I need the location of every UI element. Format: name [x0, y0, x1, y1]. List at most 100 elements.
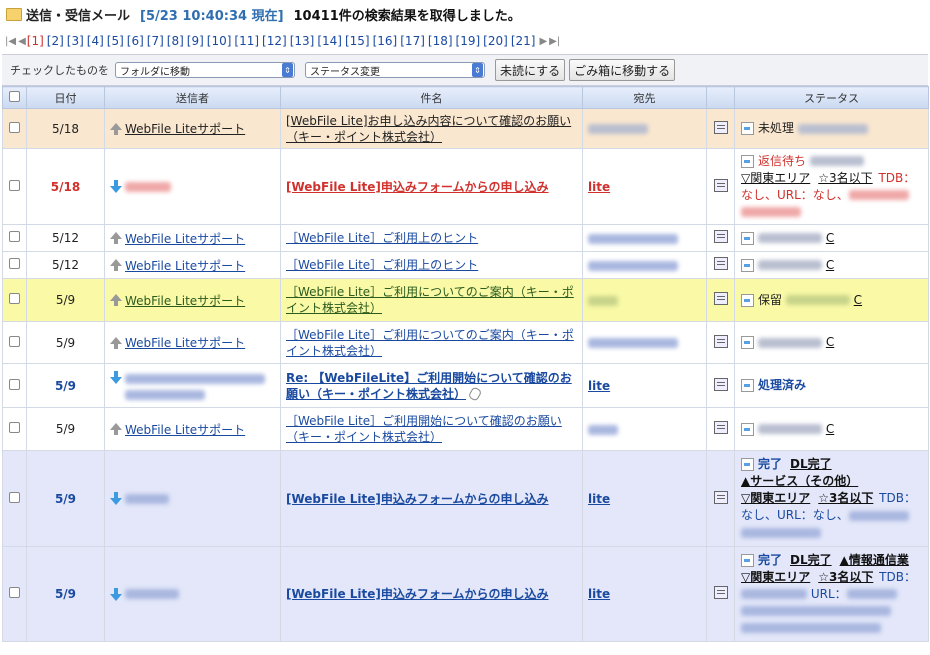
select-all-checkbox[interactable]: [9, 90, 20, 102]
row-checkbox[interactable]: [9, 179, 20, 191]
status-edit-icon[interactable]: [741, 458, 754, 471]
subject-link[interactable]: ［WebFile Lite］ご利用上のヒント: [286, 231, 478, 245]
select-all-header[interactable]: [2, 86, 27, 109]
row-checkbox[interactable]: [9, 422, 20, 433]
table-row[interactable]: 5/9 [WebFile Lite]申込みフォームからの申し込み lite 完了…: [2, 546, 929, 642]
sender-link[interactable]: WebFile Liteサポート: [125, 120, 245, 137]
page-link[interactable]: [3]: [67, 34, 84, 48]
recipient-link[interactable]: lite: [588, 379, 610, 393]
status-edit-icon[interactable]: [741, 553, 754, 567]
sender-link[interactable]: WebFile Liteサポート: [125, 292, 245, 309]
area-tag[interactable]: ▽関東エリア: [741, 491, 810, 505]
subject-link[interactable]: ［WebFile Lite］ご利用についてのご案内（キー・ポイント株式会社）: [286, 285, 574, 315]
table-row[interactable]: 5/9 Re: 【WebFileLite】ご利用開始について確認のお願い（キー・…: [2, 363, 929, 408]
column-header-to[interactable]: 宛先: [582, 86, 707, 109]
status-edit-icon[interactable]: [741, 336, 754, 349]
memo-icon[interactable]: [713, 120, 728, 134]
row-checkbox[interactable]: [9, 121, 20, 133]
page-link[interactable]: [4]: [87, 34, 104, 48]
page-link[interactable]: [18]: [428, 34, 453, 48]
recipient-link[interactable]: lite: [588, 180, 610, 194]
column-header-date[interactable]: 日付: [26, 86, 105, 109]
page-link[interactable]: [21]: [511, 34, 536, 48]
sender-redacted[interactable]: [125, 181, 171, 192]
page-link[interactable]: [19]: [456, 34, 481, 48]
table-row[interactable]: 5/9 WebFile Liteサポート ［WebFile Lite］ご利用につ…: [2, 278, 929, 322]
prev-page-icon[interactable]: ◀: [18, 36, 26, 47]
subject-link[interactable]: [WebFile Lite]申込みフォームからの申し込み: [286, 180, 549, 194]
memo-icon[interactable]: [713, 292, 728, 305]
status-code[interactable]: C: [826, 422, 834, 436]
column-header-sender[interactable]: 送信者: [104, 86, 281, 109]
first-page-icon[interactable]: |◀: [5, 36, 16, 47]
column-header-subject[interactable]: 件名: [280, 86, 583, 109]
area-tag[interactable]: ▽関東エリア: [741, 171, 810, 185]
subject-link[interactable]: [WebFile Lite]申込みフォームからの申し込み: [286, 587, 549, 601]
subject-link[interactable]: [WebFile Lite]お申し込み内容について確認のお願い（キー・ポイント株…: [286, 114, 571, 144]
move-to-trash-button[interactable]: ごみ箱に移動する: [569, 59, 676, 81]
people-tag[interactable]: ☆3名以下: [818, 171, 872, 185]
table-row[interactable]: 5/12 WebFile Liteサポート ［WebFile Lite］ご利用上…: [2, 251, 929, 279]
area-tag[interactable]: ▽関東エリア: [741, 570, 810, 584]
status-edit-icon[interactable]: [741, 122, 754, 135]
memo-icon[interactable]: [713, 257, 728, 270]
row-checkbox[interactable]: [9, 587, 20, 598]
row-checkbox[interactable]: [9, 231, 20, 242]
folder-select[interactable]: フォルダに移動 ⇕: [115, 62, 295, 78]
row-checkbox[interactable]: [9, 335, 20, 347]
page-link[interactable]: [5]: [107, 34, 124, 48]
service-tag[interactable]: ▲サービス（その他）: [741, 474, 858, 488]
subject-link[interactable]: ［WebFile Lite］ご利用開始について確認のお願い（キー・ポイント株式会…: [286, 414, 562, 444]
page-link[interactable]: [8]: [167, 34, 184, 48]
table-row[interactable]: 5/9 [WebFile Lite]申込みフォームからの申し込み lite 完了…: [2, 450, 929, 547]
sender-redacted[interactable]: [125, 589, 179, 599]
people-tag[interactable]: ☆3名以下: [818, 570, 873, 584]
subject-link[interactable]: ［WebFile Lite］ご利用についてのご案内（キー・ポイント株式会社）: [286, 328, 574, 358]
row-checkbox[interactable]: [9, 491, 20, 503]
page-link[interactable]: [2]: [47, 34, 64, 48]
status-edit-icon[interactable]: [741, 231, 754, 245]
row-checkbox[interactable]: [9, 378, 20, 390]
status-code[interactable]: C: [826, 258, 834, 272]
page-link[interactable]: [1]: [27, 34, 44, 48]
status-code[interactable]: C: [854, 293, 862, 307]
status-code[interactable]: C: [826, 231, 834, 245]
column-header-status[interactable]: ステータス: [734, 86, 929, 109]
page-link[interactable]: [20]: [483, 34, 508, 48]
sender-link[interactable]: WebFile Liteサポート: [125, 257, 245, 274]
sender-link[interactable]: WebFile Liteサポート: [125, 230, 245, 247]
status-edit-icon[interactable]: [741, 154, 754, 168]
subject-link[interactable]: Re: 【WebFileLite】ご利用開始について確認のお願い（キー・ポイント…: [286, 371, 572, 401]
page-link[interactable]: [10]: [207, 34, 232, 48]
memo-icon[interactable]: [713, 334, 728, 348]
sender-link[interactable]: WebFile Liteサポート: [125, 334, 245, 351]
status-edit-icon[interactable]: [741, 258, 754, 272]
status-edit-icon[interactable]: [741, 422, 754, 436]
subject-link[interactable]: ［WebFile Lite］ご利用上のヒント: [286, 258, 478, 272]
table-row[interactable]: 5/9 WebFile Liteサポート ［WebFile Lite］ご利用につ…: [2, 321, 929, 364]
dl-tag[interactable]: DL完了: [790, 457, 832, 471]
page-link[interactable]: [15]: [345, 34, 370, 48]
memo-icon[interactable]: [713, 490, 728, 504]
row-checkbox[interactable]: [9, 258, 20, 269]
page-link[interactable]: [17]: [400, 34, 425, 48]
status-edit-icon[interactable]: [741, 379, 754, 392]
memo-icon[interactable]: [713, 377, 728, 391]
sender-redacted[interactable]: [125, 389, 205, 400]
page-link[interactable]: [16]: [373, 34, 398, 48]
memo-icon[interactable]: [713, 230, 728, 243]
page-link[interactable]: [13]: [290, 34, 315, 48]
recipient-link[interactable]: lite: [588, 492, 610, 506]
sender-link[interactable]: WebFile Liteサポート: [125, 421, 245, 438]
service-tag[interactable]: ▲情報通信業: [840, 553, 909, 567]
page-link[interactable]: [11]: [234, 34, 259, 48]
memo-icon[interactable]: [713, 421, 728, 434]
mark-unread-button[interactable]: 未読にする: [495, 59, 566, 81]
status-edit-icon[interactable]: [741, 293, 754, 307]
dl-tag[interactable]: DL完了: [790, 553, 832, 567]
status-code[interactable]: C: [826, 335, 834, 349]
memo-icon[interactable]: [713, 178, 728, 192]
table-row[interactable]: 5/9 WebFile Liteサポート ［WebFile Lite］ご利用開始…: [2, 407, 929, 451]
sender-redacted[interactable]: [125, 373, 265, 384]
people-tag[interactable]: ☆3名以下: [818, 491, 873, 505]
